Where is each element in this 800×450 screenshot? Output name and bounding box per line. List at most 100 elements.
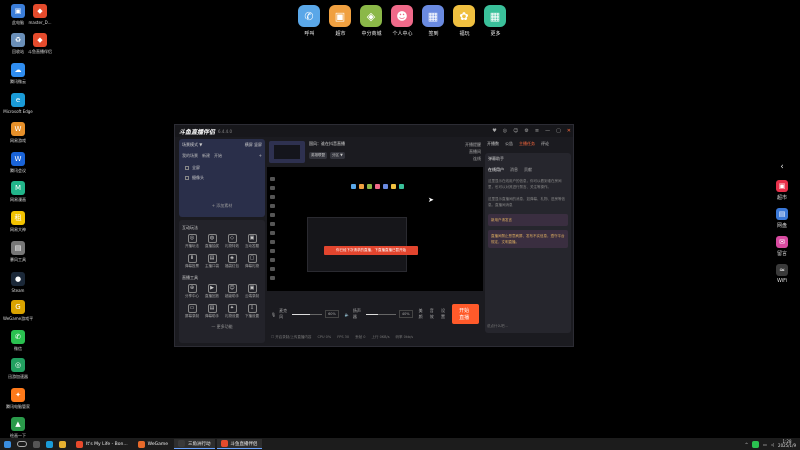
mic-icon[interactable]: 🎙 — [271, 312, 276, 317]
sidebar-item[interactable]: ≈ WiFi — [767, 264, 797, 284]
stream-category[interactable]: 英雄联盟 — [309, 152, 327, 159]
title-control-icon[interactable]: ♥ — [492, 128, 496, 134]
sidebar-item[interactable]: ✉ 留言 — [767, 236, 797, 257]
tool-button[interactable]: ▤ 主播口袋 — [202, 254, 222, 269]
dock-item[interactable]: ◈ 中分商城 — [360, 5, 383, 37]
edge-icon[interactable] — [46, 440, 53, 448]
assist-tab-contrib[interactable]: 贡献 — [524, 167, 532, 173]
dock-item[interactable]: ✿ 福玩 — [453, 5, 476, 37]
desktop-icon[interactable]: ✦ 腾讯电脑管家 — [3, 388, 33, 409]
sidebar-item[interactable]: ▤ 网盘 — [767, 208, 797, 229]
add-scene-icon[interactable]: + — [259, 153, 262, 159]
tool-button[interactable]: ▤ 弹幕助手 — [202, 304, 222, 319]
preview-canvas[interactable]: 你已经下次请求的直播，下直播直播已暂开始 — [267, 167, 483, 291]
file-explorer-icon[interactable] — [59, 440, 66, 448]
taskbar-app[interactable]: 三角洲行动 — [174, 439, 215, 449]
tool-button[interactable]: ⊕ 分享中心 — [182, 284, 202, 299]
network-icon[interactable]: ▭ — [763, 442, 767, 447]
close-icon[interactable]: ✕ — [567, 128, 571, 134]
title-control-icon[interactable]: ⚙ — [524, 128, 528, 134]
settings-button[interactable]: 设置 — [441, 308, 446, 320]
desktop-icon[interactable]: ▲ 绘画一下 — [3, 417, 33, 438]
stream-title[interactable]: 国风：谁在抖音直播 — [309, 141, 345, 147]
volume-icon[interactable]: ◁ — [771, 442, 774, 447]
tool-button[interactable]: ⇩ 下播设置 — [242, 304, 262, 319]
scene-tab-mine[interactable]: 我的场景 — [182, 153, 198, 159]
desktop-icon[interactable]: 租网易大神 — [3, 211, 33, 232]
speaker-slider[interactable] — [365, 313, 396, 315]
taskbar-app[interactable]: It's My Life - Bon... — [72, 439, 132, 449]
dock-item[interactable]: ▣ 超市 — [329, 5, 352, 37]
orientation-toggle[interactable]: 横屏 竖屏 — [245, 142, 262, 148]
scene-tab-new[interactable]: 新建 — [202, 153, 210, 159]
scene-item[interactable]: 全屏 — [182, 163, 262, 173]
checkbox-icon[interactable] — [185, 176, 189, 180]
tool-button[interactable]: ▣ 云端录制 — [242, 284, 262, 299]
tray-up-arrow-icon[interactable]: ^ — [745, 442, 748, 447]
right-tab[interactable]: 评论 — [541, 141, 549, 147]
desktop-icon[interactable]: ● Steam — [3, 272, 33, 293]
title-control-icon[interactable]: ◎ — [503, 128, 507, 134]
tool-button[interactable]: ✦ 礼物设置 — [222, 304, 242, 319]
desktop-icon[interactable]: W 网易游戏 — [3, 122, 33, 143]
title-control-icon[interactable]: — — [545, 128, 550, 134]
tool-button[interactable]: ☺ 超级助手 — [222, 284, 242, 299]
task-view-icon[interactable] — [33, 440, 40, 448]
taskbar-app[interactable]: WeGame — [134, 439, 172, 449]
add-source-button[interactable]: + 添加素材 — [182, 203, 262, 209]
chat-input[interactable]: 说点什么吧... — [487, 324, 508, 329]
right-tab[interactable]: 开播数 — [487, 141, 499, 147]
start-live-button[interactable]: 开始直播 — [452, 304, 479, 324]
desktop-icon[interactable]: ◆ 斗鱼直播伴侣 — [25, 33, 55, 54]
wechat-tray-icon[interactable] — [752, 440, 760, 448]
sound-effect-button[interactable]: 音效 — [430, 308, 435, 320]
tool-button[interactable]: ◇ 礼物特效 — [222, 234, 242, 249]
right-tab-active[interactable]: 主播任务 — [519, 141, 535, 147]
clock[interactable]: 1:28 2025/1/9 — [778, 439, 796, 449]
collapse-arrow-icon[interactable]: ‹ — [767, 162, 797, 172]
tool-button[interactable]: ▣ 互动答题 — [242, 234, 262, 249]
desktop-icon[interactable]: e Microsoft Edge — [3, 93, 33, 114]
desktop-icon[interactable]: M 网易漫画 — [3, 181, 33, 202]
taskbar-app[interactable]: 斗鱼直播伴侣 — [216, 439, 262, 449]
tool-button[interactable]: ▢ 弹幕礼物 — [242, 254, 262, 269]
tool-button[interactable]: ◈ 福袋红包 — [222, 254, 242, 269]
tool-button[interactable]: ⬇ 弹幕投票 — [182, 254, 202, 269]
speaker-icon[interactable]: 🔈 — [345, 312, 350, 317]
more-functions-button[interactable]: — 更多功能 — [182, 324, 262, 330]
scene-mode-dropdown[interactable]: 场景模式 ▼ — [182, 142, 202, 148]
assist-tab-users[interactable]: 在线用户 — [488, 167, 504, 173]
desktop-icon[interactable]: ✆ 微信 — [3, 330, 33, 351]
dock-item[interactable]: ▦ 更多 — [484, 5, 507, 37]
dock-item[interactable]: ✆ 呼叫 — [298, 5, 321, 37]
beauty-button[interactable]: 美颜 — [419, 308, 424, 320]
mic-slider[interactable] — [292, 313, 323, 315]
dock-item[interactable]: ▦ 签到 — [422, 5, 445, 37]
title-control-icon[interactable]: ▢ — [556, 128, 561, 134]
desktop-icon[interactable]: ◎ 迅游加速器 — [3, 358, 33, 379]
title-control-icon[interactable]: ☺ — [513, 128, 518, 134]
sidebar-item[interactable]: ▣ 超市 — [767, 180, 797, 201]
tool-button[interactable]: ◍ 直播抽奖 — [202, 234, 222, 249]
stream-side-link[interactable]: 连线 — [465, 155, 481, 162]
search-icon[interactable] — [17, 441, 27, 447]
tool-button[interactable]: ◎ 开播玩法 — [182, 234, 202, 249]
tool-button[interactable]: ▭ 屏幕录制 — [182, 304, 202, 319]
desktop-icon[interactable]: G WeGame游戏平台 — [3, 300, 33, 321]
checkbox-icon[interactable] — [185, 166, 189, 170]
title-control-icon[interactable]: ≡ — [535, 128, 539, 134]
stream-cover[interactable] — [269, 141, 305, 163]
stream-subcategory[interactable]: 分区 ▼ — [330, 152, 345, 159]
desktop-icon[interactable]: ◆ master_D... — [25, 4, 55, 25]
tool-button[interactable]: ▶ 直播回放 — [202, 284, 222, 299]
right-tab[interactable]: 公告 — [505, 141, 513, 147]
assist-tab-messages[interactable]: 消息 — [510, 167, 518, 173]
scene-item[interactable]: 摄像头 — [182, 173, 262, 183]
desktop-icon[interactable]: ☁ 腾讯微云 — [3, 63, 33, 84]
windows-start-icon[interactable] — [4, 440, 11, 448]
stream-side-link[interactable]: 开播提醒 — [465, 141, 481, 148]
desktop-icon[interactable]: W 腾讯会议 — [3, 152, 33, 173]
stream-side-link[interactable]: 直播间 — [465, 148, 481, 155]
desktop-icon[interactable]: ▤ 暴风工具 — [3, 241, 33, 262]
dock-item[interactable]: ☻ 个人中心 — [391, 5, 414, 37]
